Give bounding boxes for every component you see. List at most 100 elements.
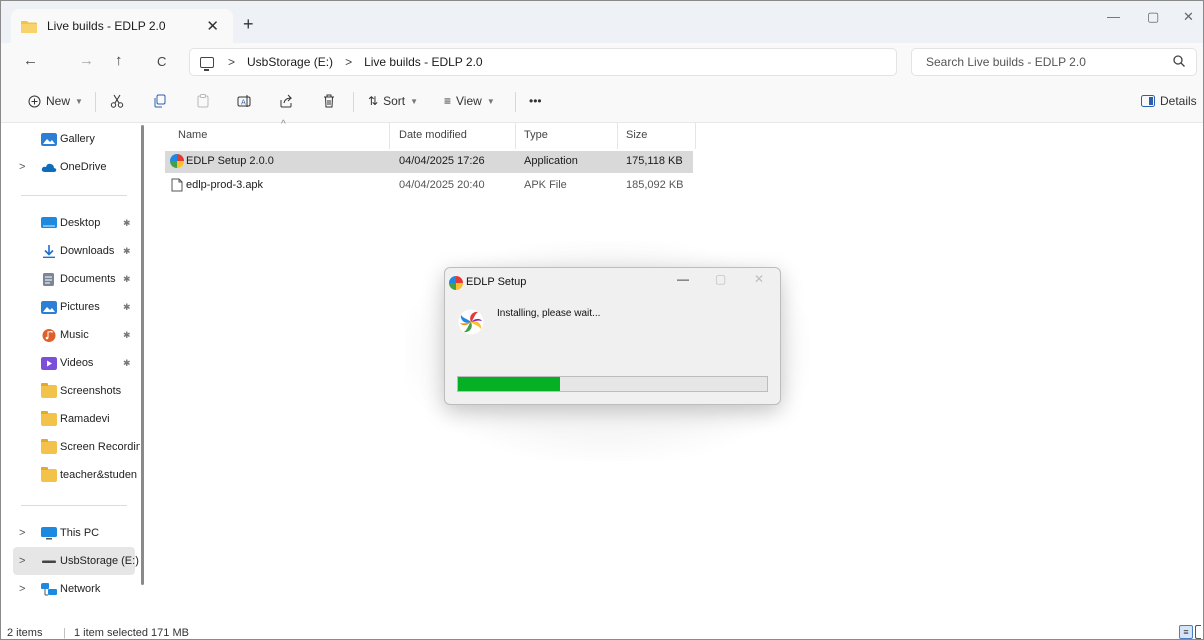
new-tab-icon[interactable]: + bbox=[243, 14, 254, 35]
search-placeholder: Search Live builds - EDLP 2.0 bbox=[926, 55, 1086, 69]
maximize-icon[interactable]: ▢ bbox=[1147, 9, 1159, 25]
folder-icon bbox=[41, 466, 57, 482]
column-header-type[interactable]: Type bbox=[524, 129, 548, 141]
sidebar-item-screen-recordings[interactable]: Screen Recordin bbox=[1, 433, 141, 461]
up-icon[interactable]: ↑ bbox=[115, 52, 123, 69]
sidebar-item-gallery[interactable]: Gallery bbox=[1, 125, 141, 153]
chevron-right-icon[interactable]: > bbox=[19, 161, 25, 173]
pin-icon[interactable]: ✱ bbox=[123, 274, 131, 285]
plus-circle-icon bbox=[28, 95, 41, 107]
chevron-down-icon: ▼ bbox=[410, 96, 418, 106]
gallery-icon bbox=[41, 132, 57, 146]
sidebar-item-downloads[interactable]: Downloads ✱ bbox=[1, 237, 141, 265]
sort-icon: ⇅ bbox=[368, 94, 379, 108]
pin-icon[interactable]: ✱ bbox=[123, 330, 131, 341]
sidebar-item-desktop[interactable]: Desktop ✱ bbox=[1, 209, 141, 237]
view-button[interactable]: ≡ View ▼ bbox=[444, 94, 495, 108]
sidebar-item-pictures[interactable]: Pictures ✱ bbox=[1, 293, 141, 321]
sidebar-item-videos[interactable]: Videos ✱ bbox=[1, 349, 141, 377]
pin-icon[interactable]: ✱ bbox=[123, 246, 131, 257]
address-bar[interactable]: > UsbStorage (E:) > Live builds - EDLP 2… bbox=[189, 48, 897, 76]
sidebar-item-onedrive[interactable]: > OneDrive bbox=[1, 153, 141, 181]
file-list: ^ Name Date modified Type Size EDLP Setu… bbox=[159, 119, 699, 203]
sidebar-scrollbar[interactable] bbox=[141, 125, 144, 585]
sidebar-item-ramadevi[interactable]: Ramadevi bbox=[1, 405, 141, 433]
breadcrumb-folder[interactable]: Live builds - EDLP 2.0 bbox=[364, 55, 483, 69]
details-button[interactable]: Details bbox=[1141, 94, 1197, 108]
more-button[interactable]: ••• bbox=[529, 94, 542, 108]
paste-button[interactable] bbox=[197, 94, 209, 108]
column-divider[interactable] bbox=[515, 123, 516, 149]
document-icon bbox=[43, 272, 54, 286]
item-count: 2 items bbox=[7, 627, 43, 639]
minimize-icon[interactable]: — bbox=[1107, 9, 1120, 24]
view-toggle: ≡ bbox=[1179, 625, 1201, 639]
search-input[interactable]: Search Live builds - EDLP 2.0 bbox=[911, 48, 1197, 76]
table-row[interactable]: EDLP Setup 2.0.0 04/04/2025 17:26 Applic… bbox=[165, 151, 693, 173]
sidebar-item-documents[interactable]: Documents ✱ bbox=[1, 265, 141, 293]
chevron-right-icon[interactable]: > bbox=[19, 555, 25, 567]
sidebar-item-screenshots[interactable]: Screenshots bbox=[1, 377, 141, 405]
chevron-right-icon[interactable]: > bbox=[19, 583, 25, 595]
rename-button[interactable]: A bbox=[237, 94, 251, 108]
sidebar-item-music[interactable]: Music ✱ bbox=[1, 321, 141, 349]
pc-icon bbox=[41, 526, 57, 539]
file-type: APK File bbox=[524, 179, 567, 191]
details-pane-icon bbox=[1141, 95, 1155, 107]
column-divider[interactable] bbox=[389, 123, 390, 149]
dialog-message: Installing, please wait... bbox=[497, 308, 601, 319]
pin-icon[interactable]: ✱ bbox=[123, 218, 131, 229]
close-icon[interactable]: ✕ bbox=[1183, 9, 1194, 25]
music-icon bbox=[42, 328, 56, 342]
breadcrumb-drive[interactable]: UsbStorage (E:) bbox=[247, 55, 333, 69]
sidebar-divider bbox=[21, 505, 127, 506]
view-label: View bbox=[456, 94, 482, 108]
sort-button[interactable]: ⇅ Sort ▼ bbox=[368, 94, 418, 108]
folder-icon bbox=[41, 410, 57, 426]
tiles-view-icon[interactable] bbox=[1195, 625, 1201, 639]
app-logo-icon bbox=[449, 276, 463, 290]
sidebar-divider bbox=[21, 195, 127, 196]
sidebar-item-this-pc[interactable]: > This PC bbox=[1, 519, 141, 547]
sidebar-item-teacher-student[interactable]: teacher&studen bbox=[1, 461, 141, 489]
tab-bar: Live builds - EDLP 2.0 ✕ + — ▢ ✕ bbox=[1, 1, 1203, 43]
details-view-icon[interactable]: ≡ bbox=[1179, 625, 1193, 639]
column-divider[interactable] bbox=[695, 123, 696, 149]
new-button[interactable]: New ▼ bbox=[28, 94, 83, 108]
tab-close-icon[interactable]: ✕ bbox=[206, 17, 219, 35]
cut-button[interactable] bbox=[110, 94, 124, 108]
pin-icon[interactable]: ✱ bbox=[123, 358, 131, 369]
column-header-date[interactable]: Date modified bbox=[399, 129, 467, 141]
tab-live-builds[interactable]: Live builds - EDLP 2.0 ✕ bbox=[11, 9, 233, 43]
toolbar-divider bbox=[95, 92, 96, 112]
share-button[interactable] bbox=[279, 94, 293, 108]
explorer-window: Live builds - EDLP 2.0 ✕ + — ▢ ✕ ← → ↑ C… bbox=[0, 0, 1204, 640]
file-date: 04/04/2025 20:40 bbox=[399, 179, 485, 191]
column-header-name[interactable]: Name bbox=[178, 129, 207, 141]
dialog-minimize-icon[interactable]: — bbox=[677, 272, 689, 286]
delete-button[interactable] bbox=[323, 94, 335, 108]
chevron-right-icon[interactable]: > bbox=[19, 527, 25, 539]
refresh-icon[interactable]: C bbox=[157, 54, 166, 69]
pin-icon[interactable]: ✱ bbox=[123, 302, 131, 313]
folder-icon bbox=[41, 438, 57, 454]
column-header-size[interactable]: Size bbox=[626, 129, 647, 141]
back-icon[interactable]: ← bbox=[23, 52, 38, 69]
copy-button[interactable] bbox=[153, 94, 166, 108]
column-divider[interactable] bbox=[617, 123, 618, 149]
rename-icon: A bbox=[237, 95, 251, 107]
chevron-down-icon: ▼ bbox=[486, 96, 495, 106]
sidebar-item-usbstorage[interactable]: > UsbStorage (E:) bbox=[13, 547, 139, 575]
sidebar-item-network[interactable]: > Network bbox=[1, 575, 141, 603]
install-progress-bar bbox=[457, 376, 768, 392]
search-icon bbox=[1173, 55, 1185, 67]
progress-fill bbox=[458, 377, 560, 391]
forward-icon[interactable]: → bbox=[79, 52, 94, 69]
file-size: 175,118 KB bbox=[626, 155, 683, 167]
more-icon: ••• bbox=[529, 94, 542, 108]
dialog-title: EDLP Setup bbox=[466, 276, 527, 288]
table-row[interactable]: edlp-prod-3.apk 04/04/2025 20:40 APK Fil… bbox=[165, 175, 693, 197]
file-type: Application bbox=[524, 155, 578, 167]
desktop-icon bbox=[41, 216, 57, 228]
toolbar-divider bbox=[353, 92, 354, 112]
